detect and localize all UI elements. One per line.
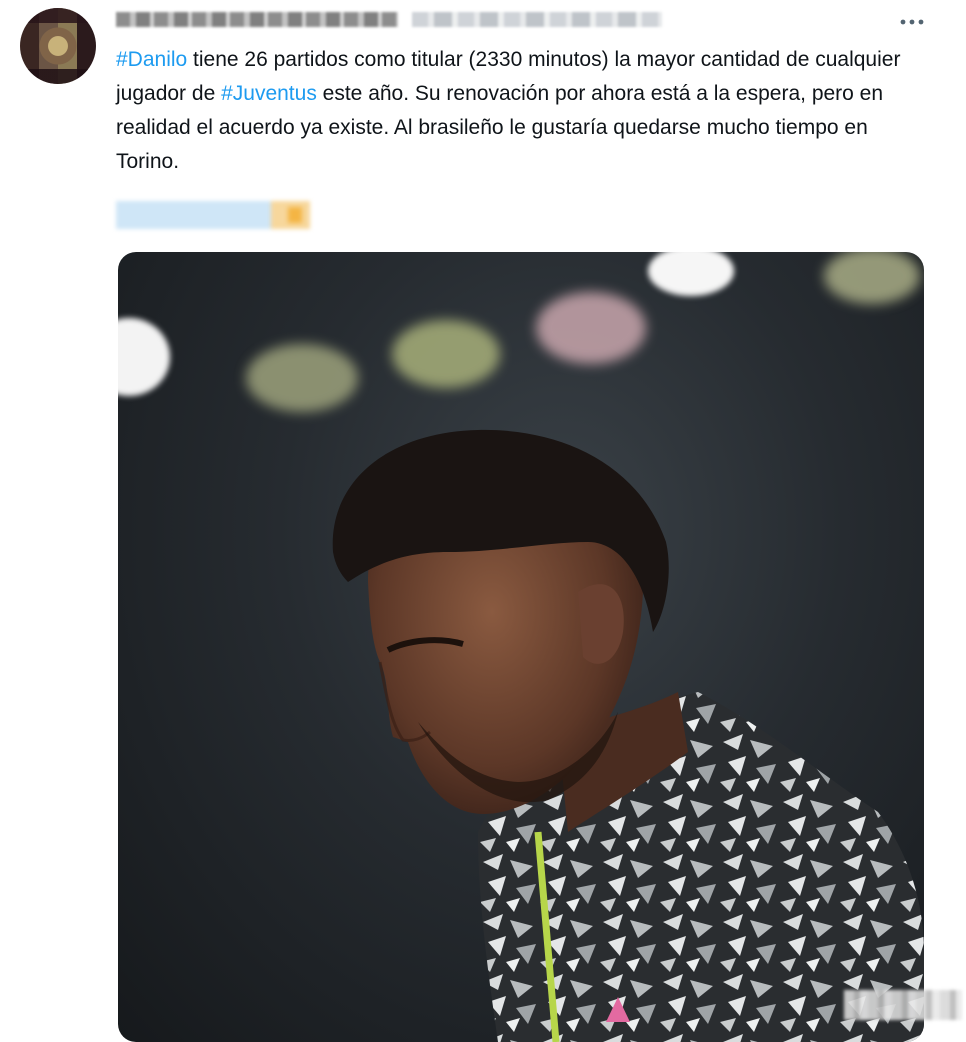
player-photo-illustration — [332, 429, 924, 1042]
author-name-blurred[interactable] — [116, 12, 398, 27]
author-avatar[interactable] — [20, 8, 96, 84]
hashtag-danilo[interactable]: #Danilo — [116, 48, 187, 71]
author-handle-blurred[interactable] — [412, 12, 662, 27]
more-options-icon[interactable] — [896, 8, 928, 36]
avatar-pixelated-image — [20, 8, 96, 84]
tweet-text: #Danilo tiene 26 partidos como titular (… — [116, 43, 928, 179]
author-row — [116, 8, 876, 30]
watermark-blurred — [844, 990, 962, 1020]
tweet-card: #Danilo tiene 26 partidos como titular (… — [0, 0, 966, 1042]
tweet-media-photo[interactable] — [118, 252, 924, 1042]
hashtag-juventus[interactable]: #Juventus — [221, 82, 317, 105]
translate-link-blurred[interactable] — [116, 201, 310, 229]
more-horizontal-icon — [900, 19, 924, 25]
